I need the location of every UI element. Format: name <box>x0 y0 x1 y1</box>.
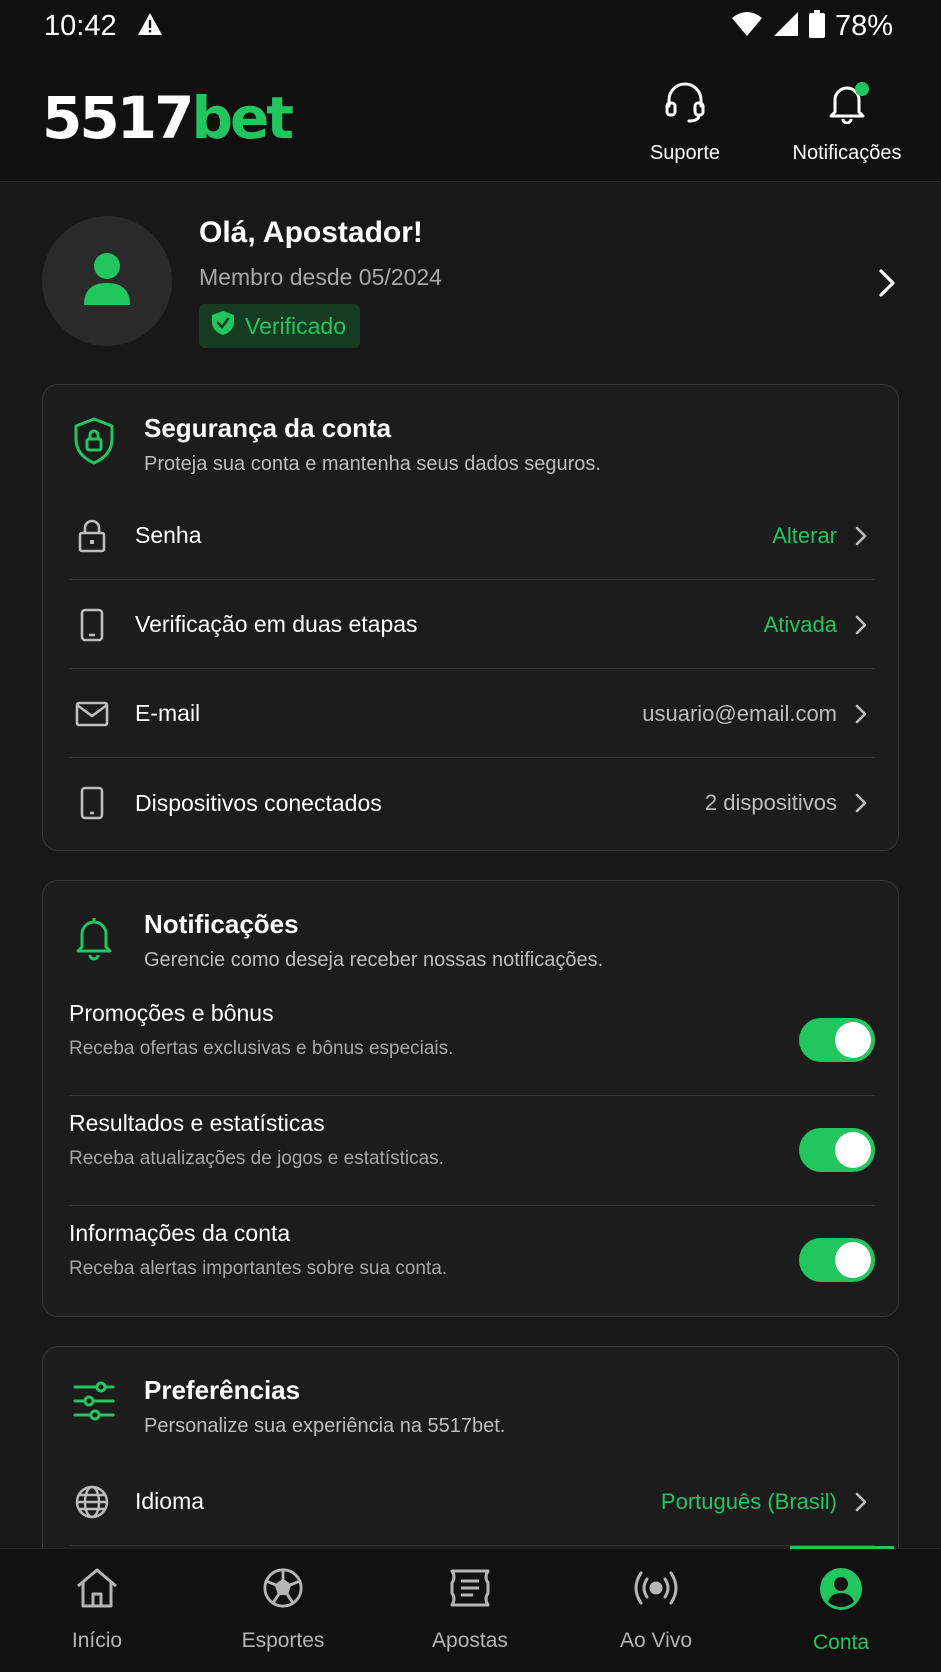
member-since: Membro desde 05/2024 <box>199 264 442 290</box>
notification-row-promotions: Promoções e bônus Receba ofertas exclusi… <box>69 986 875 1096</box>
results-toggle[interactable] <box>799 1128 875 1172</box>
security-card-header: Segurança da conta Proteja sua conta e m… <box>43 385 898 495</box>
account-info-toggle[interactable] <box>799 1238 875 1282</box>
user-icon <box>82 251 132 312</box>
mail-icon <box>69 701 115 727</box>
security-subtitle: Proteja sua conta e mantenha seus dados … <box>144 453 601 475</box>
chevron-right-icon <box>855 704 867 724</box>
home-icon <box>75 1567 119 1615</box>
verified-badge: Verificado <box>199 304 361 348</box>
shield-check-icon <box>211 310 235 342</box>
security-title: Segurança da conta <box>144 413 392 443</box>
nav-item-inicio[interactable]: Início <box>22 1567 172 1653</box>
notifications-card-header: Notificações Gerencie como deseja recebe… <box>43 881 898 991</box>
support-button[interactable]: Suporte <box>640 80 730 165</box>
nav-item-ao-vivo[interactable]: Ao Vivo <box>581 1567 731 1653</box>
notification-desc: Receba ofertas exclusivas e bônus especi… <box>69 1038 454 1059</box>
security-row-two-factor[interactable]: Verificação em duas etapas Ativada <box>69 581 875 669</box>
row-value: Português (Brasil) <box>660 1488 837 1514</box>
notifications-title: Notificações <box>144 909 299 939</box>
nav-label: Esportes <box>241 1629 325 1652</box>
notification-desc: Receba atualizações de jogos e estatísti… <box>69 1148 444 1169</box>
warning-icon <box>137 12 163 41</box>
phone-icon <box>69 608 115 642</box>
preferences-subtitle: Personalize sua experiência na 5517bet. <box>144 1415 506 1437</box>
status-bar: 10:42 78% <box>0 0 941 56</box>
notification-row-account: Informações da conta Receba alertas impo… <box>69 1206 875 1316</box>
notifications-label: Notificações <box>792 142 902 164</box>
row-value: Alterar <box>772 522 837 548</box>
avatar <box>42 216 172 346</box>
notifications-subtitle: Gerencie como deseja receber nossas noti… <box>144 949 604 971</box>
chevron-right-icon <box>855 1492 867 1512</box>
notification-title: Informações da conta <box>69 1220 291 1246</box>
row-label: Dispositivos conectados <box>135 789 382 816</box>
chevron-right-icon <box>855 615 867 635</box>
shield-lock-icon <box>73 417 115 470</box>
chevron-right-icon <box>878 268 896 303</box>
nav-label: Apostas <box>432 1629 508 1652</box>
row-value: usuario@email.com <box>642 700 837 726</box>
soccer-ball-icon <box>261 1567 305 1615</box>
device-icon <box>69 786 115 820</box>
preferences-row-language[interactable]: Idioma Português (Brasil) <box>69 1458 875 1546</box>
notification-row-results: Resultados e estatísticas Receba atualiz… <box>69 1096 875 1206</box>
verified-label: Verificado <box>245 312 347 339</box>
preferences-title: Preferências <box>144 1375 301 1405</box>
chevron-right-icon <box>855 793 867 813</box>
profile-summary[interactable]: Olá, Apostador! Membro desde 05/2024 Ver… <box>42 216 902 350</box>
security-row-password[interactable]: Senha Alterar <box>69 492 875 580</box>
wifi-icon <box>731 11 763 42</box>
preferences-card-header: Preferências Personalize sua experiência… <box>43 1347 898 1457</box>
active-tab-indicator <box>790 1546 894 1549</box>
chevron-right-icon <box>855 526 867 546</box>
nav-label: Início <box>71 1629 123 1652</box>
nav-label: Ao Vivo <box>620 1629 692 1652</box>
app-header: 10:42 78% 5517bet Suporte Notificações <box>0 0 941 182</box>
globe-icon <box>69 1485 115 1519</box>
nav-label: Conta <box>812 1631 870 1654</box>
notifications-button[interactable]: Notificações <box>780 80 914 165</box>
nav-item-conta[interactable]: Conta <box>766 1567 916 1655</box>
account-icon <box>819 1567 863 1617</box>
row-label: Verificação em duas etapas <box>135 611 418 637</box>
nav-item-apostas[interactable]: Apostas <box>395 1567 545 1653</box>
profile-greeting: Olá, Apostador! <box>199 216 423 249</box>
notification-desc: Receba alertas importantes sobre sua con… <box>69 1258 448 1279</box>
battery-icon <box>808 10 825 43</box>
notification-dot <box>855 82 869 96</box>
live-icon <box>633 1567 679 1615</box>
ticket-icon <box>448 1567 492 1615</box>
brand-logo[interactable]: 5517bet <box>42 86 294 150</box>
row-value: 2 dispositivos <box>704 790 837 815</box>
lock-icon <box>69 519 115 553</box>
bell-icon <box>73 913 115 966</box>
notification-title: Resultados e estatísticas <box>69 1110 325 1136</box>
row-label: Senha <box>135 522 202 548</box>
row-label: Idioma <box>135 1488 205 1514</box>
security-card: Segurança da conta Proteja sua conta e m… <box>42 384 899 851</box>
signal-icon <box>773 11 799 42</box>
promotions-toggle[interactable] <box>799 1018 875 1062</box>
bottom-navigation: Início Esportes Apostas Ao Vivo Conta <box>0 1546 941 1672</box>
support-label: Suporte <box>649 142 721 164</box>
status-time: 10:42 <box>44 10 117 42</box>
notification-title: Promoções e bônus <box>69 1000 274 1026</box>
notifications-card: Notificações Gerencie como deseja recebe… <box>42 880 899 1317</box>
security-row-devices[interactable]: Dispositivos conectados 2 dispositivos <box>69 759 875 847</box>
headset-icon <box>663 80 707 130</box>
security-row-email[interactable]: E-mail usuario@email.com <box>69 670 875 758</box>
sliders-icon <box>73 1379 115 1428</box>
row-label: E-mail <box>135 700 201 726</box>
battery-percentage: 78% <box>834 10 893 42</box>
nav-item-esportes[interactable]: Esportes <box>208 1567 358 1653</box>
row-value: Ativada <box>763 611 837 637</box>
